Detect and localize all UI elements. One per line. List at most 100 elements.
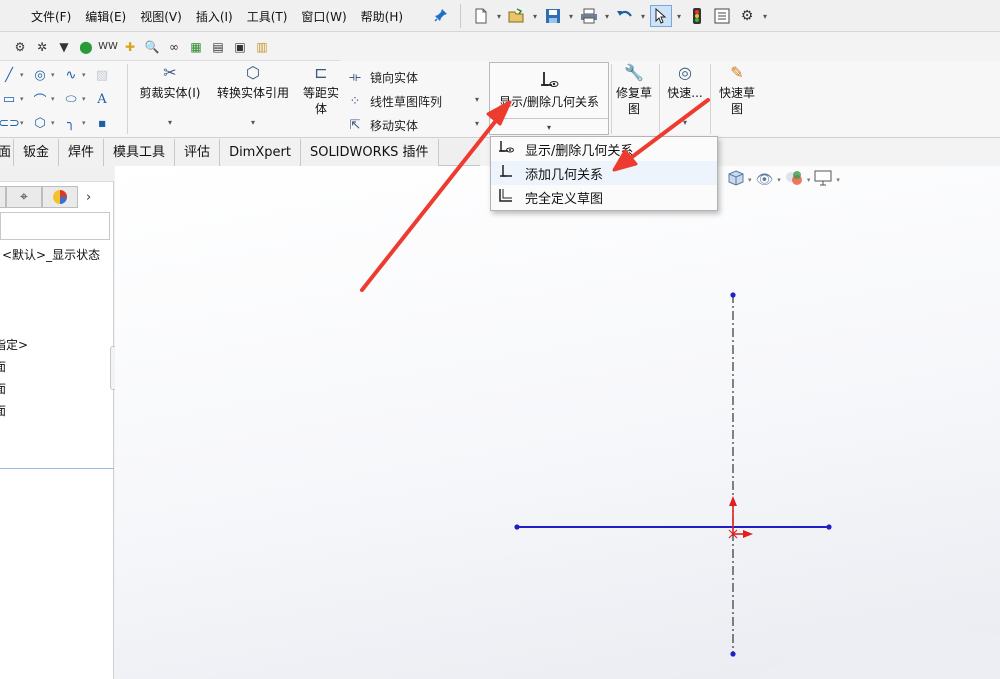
new-document-icon[interactable]	[470, 5, 492, 27]
chevron-down-icon[interactable]: ▾	[51, 71, 60, 79]
repair-sketch-button[interactable]: 🔧 修复草 图	[612, 65, 656, 117]
appearance-pie-icon[interactable]	[42, 186, 78, 208]
line-endpoint[interactable]	[826, 524, 832, 530]
point-icon[interactable]: ■	[93, 114, 111, 132]
chevron-down-icon[interactable]: ▾	[475, 95, 479, 104]
feature-tree-filter[interactable]	[0, 212, 110, 240]
trim-entities-button[interactable]: ✂ 剪裁实体(I) ▾	[134, 65, 206, 131]
relations-main-part[interactable]: 显示/删除几何关系	[490, 63, 608, 119]
menu-view[interactable]: 视图(V)	[133, 8, 189, 25]
spline-icon[interactable]: ∿	[62, 66, 80, 84]
menu-tools[interactable]: 工具(T)	[240, 8, 295, 25]
tab-solidworks-addins[interactable]: SOLIDWORKS 插件	[300, 139, 439, 166]
tab-mold-tools[interactable]: 模具工具	[104, 139, 176, 166]
rectangle-icon[interactable]: ▭	[0, 90, 18, 108]
offset-entities-button[interactable]: ⊏ 等距实 体	[299, 65, 343, 117]
view-settings-monitor-icon[interactable]	[814, 170, 832, 190]
linear-pattern-button[interactable]: ⁘ 线性草图阵列	[346, 89, 442, 113]
open-folder-icon[interactable]	[506, 5, 528, 27]
line-endpoint[interactable]	[514, 524, 520, 530]
display-style-cube-icon[interactable]	[728, 170, 744, 190]
location-pin-icon[interactable]: ⬤	[76, 37, 96, 57]
undo-icon[interactable]	[614, 5, 636, 27]
polygon-icon[interactable]: ⬡	[31, 114, 49, 132]
menu-item-add-relation[interactable]: 添加几何关系	[491, 161, 717, 185]
chevron-down-icon[interactable]: ▾	[82, 119, 91, 127]
hide-show-eye-icon[interactable]: 👁	[756, 172, 774, 188]
printer-small-icon[interactable]: ▤	[208, 37, 228, 57]
chevron-down-icon[interactable]: ▾	[251, 115, 255, 131]
puzzle-icon[interactable]: ✚	[120, 37, 140, 57]
tree-item-unresolved[interactable]: 指定>	[0, 336, 28, 353]
chevron-down-icon[interactable]: ▾	[51, 95, 60, 103]
save-icon[interactable]	[542, 5, 564, 27]
chevron-down-icon[interactable]: ▾	[20, 119, 29, 127]
sketch-canvas[interactable]	[115, 166, 1000, 679]
chevron-down-icon[interactable]: ▾	[475, 119, 479, 128]
chevron-right-icon[interactable]: ›	[86, 190, 91, 205]
graphics-area[interactable]	[115, 166, 1000, 679]
chevron-down-icon[interactable]: ▾	[748, 176, 752, 184]
slot-icon[interactable]: ⊂⊃	[0, 114, 20, 132]
move-entities-button[interactable]: ⇱ 移动实体	[346, 113, 442, 137]
menu-file[interactable]: 文件(F)	[24, 8, 78, 25]
chevron-down-icon[interactable]: ▾	[777, 176, 781, 184]
line-icon[interactable]: ╱	[0, 66, 18, 84]
chevron-down-icon[interactable]: ▾	[531, 12, 539, 21]
quick-snaps-button[interactable]: ◎ 快速... ▾	[662, 65, 708, 131]
ellipse-icon[interactable]: ⬭	[62, 90, 80, 108]
tree-item-plane[interactable]: 面	[0, 380, 6, 397]
image-icon[interactable]: ▣	[230, 37, 250, 57]
relations-dropdown-toggle[interactable]: ▾	[490, 119, 608, 135]
chevron-down-icon[interactable]: ▾	[675, 12, 683, 21]
tab-sheet-metal[interactable]: 钣金	[14, 139, 60, 166]
chevron-down-icon[interactable]: ▾	[168, 115, 172, 131]
tree-item-plane[interactable]: 面	[0, 358, 6, 375]
display-delete-relations-button[interactable]: 显示/删除几何关系 ▾	[489, 62, 609, 135]
menu-help[interactable]: 帮助(H)	[354, 8, 410, 25]
crosshair-icon[interactable]: ⌖	[6, 186, 42, 208]
configuration-label[interactable]: <默认>_显示状态	[2, 246, 100, 263]
chevron-down-icon[interactable]: ▾	[761, 12, 769, 21]
spreadsheet-icon[interactable]: ▦	[186, 37, 206, 57]
tab-surfaces[interactable]: 面	[0, 139, 14, 166]
chevron-down-icon[interactable]: ▾	[807, 176, 811, 184]
centerline-endpoint[interactable]	[730, 292, 736, 298]
menu-item-fully-define-sketch[interactable]: 完全定义草图	[491, 185, 717, 209]
circle-icon[interactable]: ◎	[31, 66, 49, 84]
tree-item-plane[interactable]: 面	[0, 402, 6, 419]
chevron-down-icon[interactable]: ▾	[495, 12, 503, 21]
tab-weldments[interactable]: 焊件	[59, 139, 105, 166]
print-icon[interactable]	[578, 5, 600, 27]
menu-window[interactable]: 窗口(W)	[294, 8, 353, 25]
chevron-down-icon[interactable]: ▾	[836, 176, 840, 184]
convert-entities-button[interactable]: ⬡ 转换实体引用 ▾	[210, 65, 296, 131]
rebuild-light-icon[interactable]	[686, 5, 708, 27]
arc-icon[interactable]: ⌒	[31, 90, 49, 109]
bucket-icon[interactable]: ▼	[54, 37, 74, 57]
chevron-down-icon[interactable]: ▾	[20, 95, 29, 103]
mirror-entities-button[interactable]: ⟛ 镜向实体	[346, 65, 442, 89]
edit-appearance-icon[interactable]	[785, 170, 803, 190]
chevron-down-icon[interactable]: ▾	[82, 95, 91, 103]
mesh-icon[interactable]: WW	[98, 37, 118, 57]
search-icon[interactable]: 🔍	[142, 37, 162, 57]
text-icon[interactable]: A	[93, 90, 111, 108]
chevron-down-icon[interactable]: ▾	[20, 71, 29, 79]
plane-icon[interactable]: ▧	[93, 66, 111, 84]
centerline-endpoint[interactable]	[730, 651, 736, 657]
chevron-down-icon[interactable]: ▾	[51, 119, 60, 127]
chevron-down-icon[interactable]: ▾	[603, 12, 611, 21]
chevron-down-icon[interactable]: ▾	[639, 12, 647, 21]
binoculars-icon[interactable]: ∞	[164, 37, 184, 57]
fillet-icon[interactable]: ╮	[62, 114, 80, 132]
chevron-down-icon[interactable]: ▾	[547, 123, 551, 132]
menu-insert[interactable]: 插入(I)	[189, 8, 240, 25]
menu-edit[interactable]: 编辑(E)	[78, 8, 133, 25]
rapid-sketch-button[interactable]: ✎ 快速草 图	[712, 65, 762, 117]
chevron-down-icon[interactable]: ▾	[567, 12, 575, 21]
report-icon[interactable]: ▥	[252, 37, 272, 57]
chevron-down-icon[interactable]: ▾	[683, 115, 687, 131]
chevron-down-icon[interactable]: ▾	[82, 71, 91, 79]
pin-icon[interactable]	[434, 8, 448, 22]
